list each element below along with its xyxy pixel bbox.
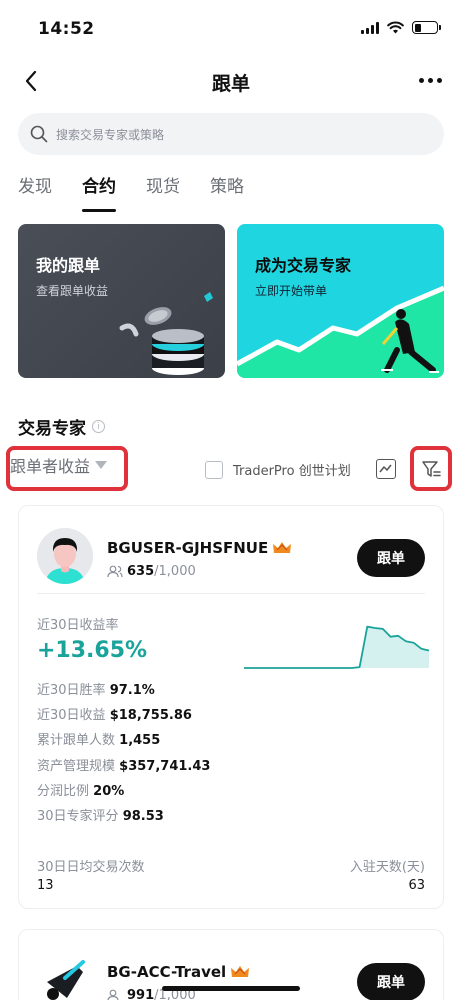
tab-bar: 发现 合约 现货 策略 xyxy=(18,174,274,212)
section-title: 交易专家 i xyxy=(18,414,105,439)
traderpro-filter[interactable]: TraderPro 创世计划 xyxy=(205,460,351,479)
crown-badge-icon xyxy=(231,966,250,977)
roi-value: +13.65% xyxy=(37,638,148,663)
trader-name[interactable]: BG-ACC-Travel xyxy=(107,963,250,981)
info-icon[interactable]: i xyxy=(92,420,105,433)
tab-futures[interactable]: 合约 xyxy=(82,174,116,212)
trader-stats: 近30日胜率 97.1% 近30日收益 $18,755.86 累计跟单人数 1,… xyxy=(37,678,210,829)
growth-chart-illustration-icon xyxy=(237,285,444,378)
trader-name-text: BGUSER-GJHSFNUE xyxy=(107,539,269,557)
copy-trade-button[interactable]: 跟单 xyxy=(357,963,425,1000)
days-joined-value: 63 xyxy=(408,878,425,893)
caret-down-icon xyxy=(95,461,108,469)
become-expert-card[interactable]: 成为交易专家 立即开始带单 xyxy=(237,224,444,378)
trader-footer-labels: 30日日均交易次数 入驻天数(天) xyxy=(37,856,425,875)
battery-icon xyxy=(412,21,441,34)
status-time: 14:52 xyxy=(38,19,95,39)
nav-bar: 跟单 xyxy=(0,60,462,104)
tab-strategy[interactable]: 策略 xyxy=(210,174,244,212)
follower-count: 635/1,000 xyxy=(107,564,196,579)
stat-total-followers: 累计跟单人数 1,455 xyxy=(37,733,161,749)
trader-name-text: BG-ACC-Travel xyxy=(107,963,227,981)
traderpro-checkbox[interactable] xyxy=(205,460,223,479)
roi-label: 近30日收益率 xyxy=(37,618,119,633)
stat-expert-score: 30日专家评分 98.53 xyxy=(37,808,164,824)
divider xyxy=(37,593,425,594)
plane-avatar-icon xyxy=(47,960,85,1000)
search-input[interactable]: 搜索交易专家或策略 xyxy=(18,113,444,155)
trader-name[interactable]: BGUSER-GJHSFNUE xyxy=(107,539,292,557)
follower-count-value: 635 xyxy=(127,564,155,579)
avg-trades-label: 30日日均交易次数 xyxy=(37,860,145,875)
signal-icon xyxy=(361,21,379,34)
home-indicator xyxy=(162,986,300,991)
status-bar: 14:52 xyxy=(0,0,462,60)
traderpro-label: TraderPro 创世计划 xyxy=(233,464,351,479)
copy-trade-button[interactable]: 跟单 xyxy=(357,539,425,577)
follower-count-max: /1,000 xyxy=(154,564,196,579)
avatar[interactable] xyxy=(37,952,93,1000)
avg-trades-value: 13 xyxy=(37,878,54,893)
sort-dropdown-label: 跟单者收益 xyxy=(10,457,91,476)
more-dot-icon xyxy=(419,78,424,83)
days-joined-label: 入驻天数(天) xyxy=(349,860,425,875)
trader-card[interactable]: BGUSER-GJHSFNUE 635/1,000 跟单 近30日收益率 +13… xyxy=(18,505,444,909)
my-copy-trades-subtitle: 查看跟单收益 xyxy=(36,284,109,298)
crown-badge-icon xyxy=(273,542,292,553)
stat-win-rate: 近30日胜率 97.1% xyxy=(37,683,155,698)
user-avatar-icon xyxy=(37,528,93,584)
trader-footer-values: 13 63 xyxy=(37,878,425,893)
page-title: 跟单 xyxy=(211,73,250,95)
line-chart-icon xyxy=(379,464,392,473)
sparkline-area xyxy=(244,626,429,668)
stat-aum: 资产管理规模 $357,741.43 xyxy=(37,758,211,774)
status-icons xyxy=(361,21,441,34)
search-icon xyxy=(30,125,48,143)
tab-spot[interactable]: 现货 xyxy=(146,174,180,212)
more-button[interactable] xyxy=(419,78,442,83)
my-copy-trades-card[interactable]: 我的跟单 查看跟单收益 xyxy=(18,224,225,378)
roi-sparkline xyxy=(244,625,429,669)
users-icon xyxy=(107,989,119,1000)
my-copy-trades-title: 我的跟单 xyxy=(36,256,101,275)
search-placeholder: 搜索交易专家或策略 xyxy=(56,127,165,142)
wifi-icon xyxy=(387,21,404,34)
tab-discover[interactable]: 发现 xyxy=(18,174,52,212)
chart-view-button[interactable] xyxy=(376,459,396,479)
section-title-text: 交易专家 xyxy=(18,419,86,439)
follower-count-value: 991 xyxy=(127,988,155,1000)
users-icon xyxy=(107,565,123,578)
sort-dropdown[interactable]: 跟单者收益 xyxy=(10,453,108,477)
stat-30d-profit: 近30日收益 $18,755.86 xyxy=(37,708,192,724)
coins-illustration-icon xyxy=(119,292,213,375)
avatar[interactable] xyxy=(37,528,93,584)
filter-button[interactable] xyxy=(410,446,452,491)
filter-icon xyxy=(422,460,441,477)
stat-profit-share: 分润比例 20% xyxy=(37,783,125,799)
